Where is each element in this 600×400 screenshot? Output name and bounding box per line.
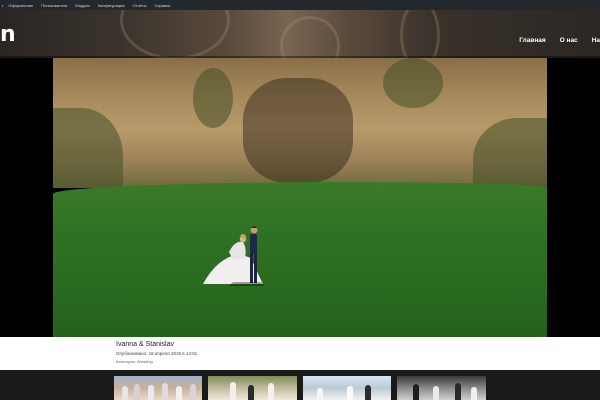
thumbnail-figure [176,386,182,400]
thumbnail-figure [230,382,236,400]
post-published-date: Опубликовано: 18 апреля 2019 в 14:01 [116,351,198,356]
thumbnail-figure [162,383,168,400]
thumbnail-figure [455,383,461,400]
nav-link-truncated[interactable]: На [592,37,600,44]
photo-vegetation [383,58,443,108]
thumbnail-figure [413,384,419,400]
header-decoration [400,10,440,58]
thumbnail-figure [347,386,353,400]
main-navigation: Главная О нас На [505,37,600,44]
thumbnail-1[interactable] [114,376,202,400]
photo-vegetation [193,68,233,128]
admin-menu-appearance[interactable]: Оформление [8,3,33,8]
thumbnail-figure [122,386,128,400]
post-caption: Ivanna & Stanislav Опубликовано: 18 апре… [0,337,600,370]
thumbnail-figure [248,385,254,400]
nav-link-about[interactable]: О нас [560,37,578,44]
photo-shadow [243,78,353,183]
header-decoration [280,16,340,58]
thumbnail-figure [134,384,140,400]
admin-menu-reports[interactable]: Отчёты [133,3,147,8]
thumbnail-figure [317,388,323,400]
thumbnail-figure [268,383,274,400]
admin-toolbar: ▪ Оформление Пользователи Модули Конфигу… [0,0,600,10]
thumbnail-4[interactable] [397,376,486,400]
photo-vegetation [473,118,547,188]
admin-toolbar-edge-icon[interactable]: ▪ [2,3,3,8]
wedding-couple-figure [203,226,265,286]
admin-menu-users[interactable]: Пользователи [41,3,67,8]
post-title[interactable]: Ivanna & Stanislav [116,341,174,348]
thumbnail-2[interactable] [208,376,297,400]
thumbnail-figure [148,385,154,400]
thumbnail-figure [365,385,371,400]
photo-vegetation [53,108,123,188]
thumbnail-figure [471,387,477,400]
admin-menu-configuration[interactable]: Конфигурация [98,3,125,8]
post-category[interactable]: Категория: Wedding [116,359,153,364]
site-logo[interactable]: n [0,24,16,46]
admin-menu-help[interactable]: Справка [155,3,171,8]
related-thumbnails [0,370,600,400]
photo-cliff [53,58,547,188]
featured-photo[interactable] [53,58,547,337]
photo-grass [53,182,547,337]
thumbnail-figure [190,384,196,400]
site-header: n Главная О нас На [0,10,600,58]
thumbnail-3[interactable] [303,376,391,400]
admin-menu-modules[interactable]: Модули [75,3,89,8]
header-decoration [120,10,230,58]
nav-link-home[interactable]: Главная [519,37,545,44]
thumbnail-figure [433,386,439,400]
